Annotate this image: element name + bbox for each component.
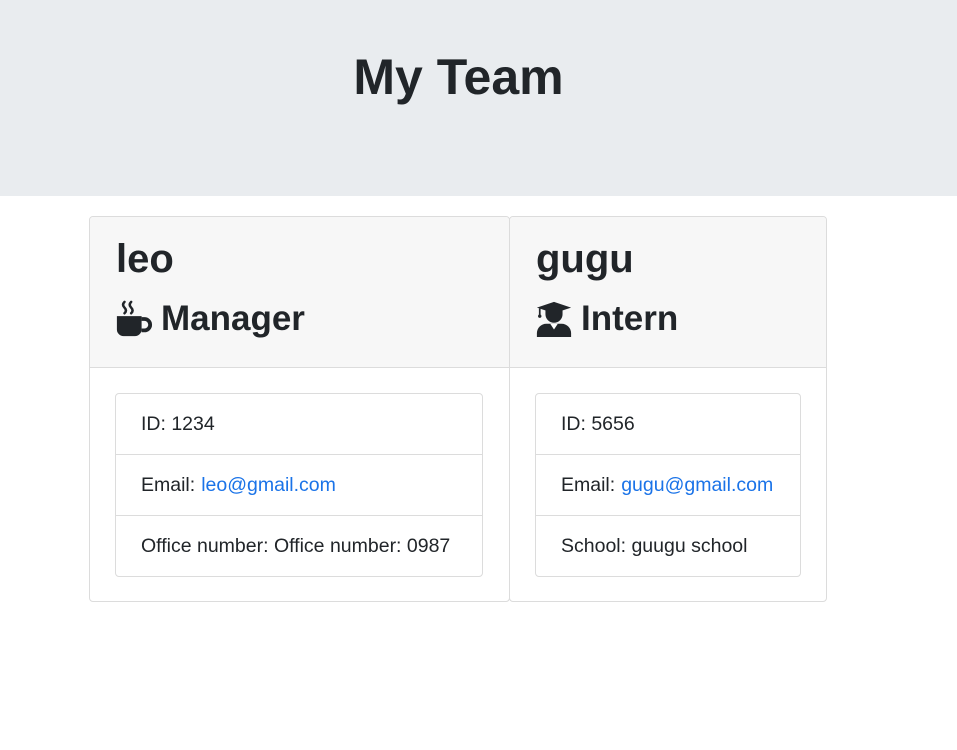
employee-id: ID: 1234 [116,394,482,455]
employee-role-label: Intern [581,299,679,338]
email-label: Email: [561,473,616,496]
employee-name: gugu [536,237,634,281]
employee-role: Manager [115,297,305,341]
email-link[interactable]: leo@gmail.com [201,474,336,497]
employee-id: ID: 5656 [536,394,800,455]
employee-details-list: ID: 5656 Email: gugu@gmail.com School: g… [535,393,801,577]
employee-email: Email: leo@gmail.com [116,455,482,516]
office-number-text: Office number: Office number: 0987 [141,534,451,557]
employee-card-intern: gugu Intern ID: 5656 Email: gugu@gmail.c… [509,216,827,602]
employee-email: Email: gugu@gmail.com [536,455,800,516]
school-text: School: guugu school [561,534,748,557]
page-title: My Team [353,49,564,105]
employee-role-label: Manager [161,299,305,338]
page-header: My Team [0,0,957,196]
mug-hot-icon [115,300,153,338]
employee-school: School: guugu school [536,516,800,576]
employee-office-number: Office number: Office number: 0987 [116,516,482,576]
user-graduate-icon [535,300,573,338]
email-link[interactable]: gugu@gmail.com [621,474,773,497]
employee-id-text: ID: 1234 [141,412,215,435]
employee-name: leo [116,237,174,281]
employee-card-manager: leo Manager ID: 1234 Email: leo@gmail.co… [89,216,510,602]
employee-details-list: ID: 1234 Email: leo@gmail.com Office num… [115,393,483,577]
card-header: gugu Intern [510,217,826,368]
email-label: Email: [141,473,196,496]
employee-id-text: ID: 5656 [561,412,635,435]
card-header: leo Manager [90,217,509,368]
employee-role: Intern [535,297,678,341]
